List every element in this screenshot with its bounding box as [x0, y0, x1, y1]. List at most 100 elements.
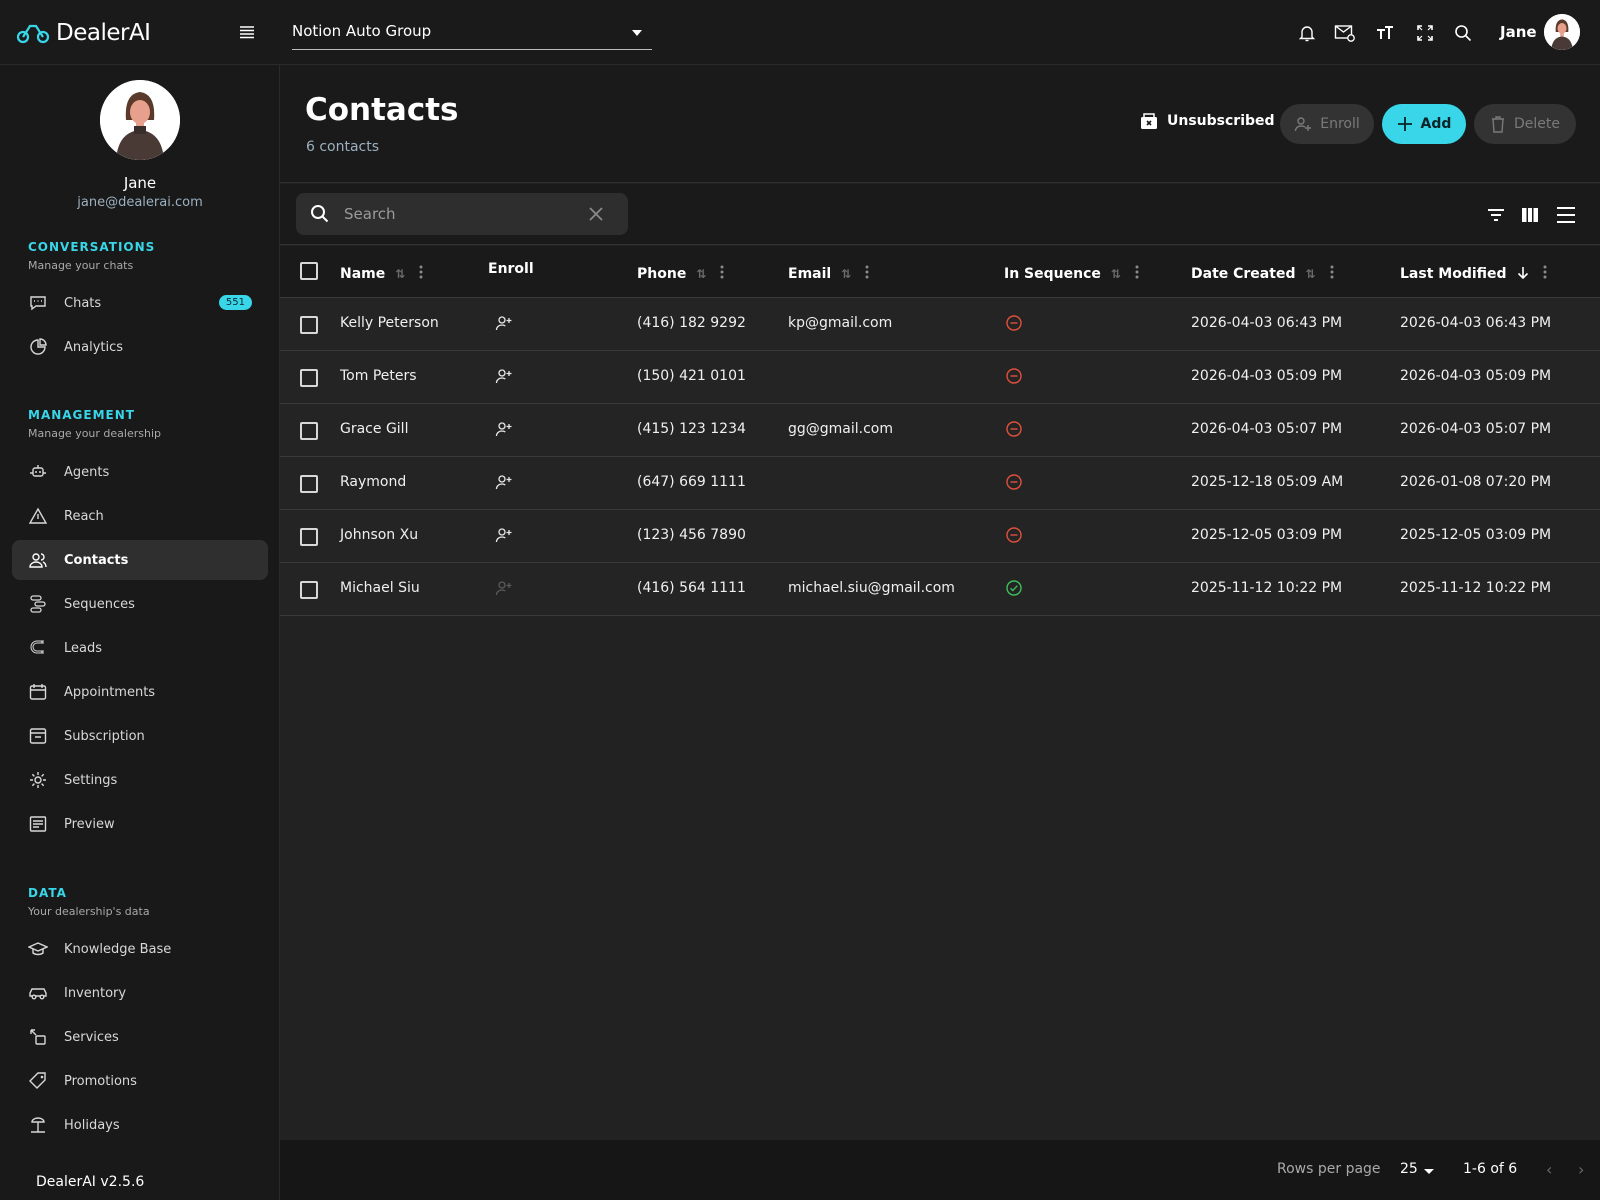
sidebar-item-contacts[interactable]: Contacts — [12, 540, 268, 580]
column-header-phone[interactable]: Phone ⇅ — [637, 264, 724, 284]
kebab-icon[interactable] — [1135, 264, 1139, 284]
columns-icon[interactable] — [1519, 204, 1541, 226]
rows-per-page-select[interactable]: 25 — [1400, 1161, 1418, 1177]
select-all-checkbox[interactable] — [300, 262, 318, 280]
sidebar-item-promotions[interactable]: Promotions — [12, 1061, 268, 1101]
sidebar-item-leads[interactable]: Leads — [12, 628, 268, 668]
sidebar-item-settings[interactable]: Settings — [12, 760, 268, 800]
sidebar-item-label: Holidays — [64, 1117, 120, 1133]
sidebar-item-holidays[interactable]: Holidays — [12, 1105, 268, 1145]
row-checkbox[interactable] — [300, 528, 318, 546]
column-header-email[interactable]: Email ⇅ — [788, 264, 869, 284]
sidebar-item-sequences[interactable]: Sequences — [12, 584, 268, 624]
last-modified: 2026-04-03 05:07 PM — [1400, 421, 1552, 437]
column-header-in-sequence[interactable]: In Sequence ⇅ — [1004, 264, 1139, 284]
next-page-icon[interactable]: › — [1578, 1160, 1584, 1179]
enroll-user-icon[interactable] — [494, 366, 514, 390]
kebab-icon[interactable] — [1330, 264, 1334, 284]
sort-icon[interactable]: ⇅ — [1305, 267, 1315, 281]
contact-email: michael.siu@gmail.com — [788, 580, 955, 596]
topbar-user-name[interactable]: Jane — [1500, 23, 1537, 41]
unsubscribed-icon — [1141, 113, 1157, 129]
leads-icon — [28, 638, 48, 658]
column-header-enroll: Enroll — [488, 261, 534, 277]
sidebar-item-agents[interactable]: Agents — [12, 452, 268, 492]
contact-name[interactable]: Grace Gill — [340, 421, 408, 437]
row-checkbox[interactable] — [300, 316, 318, 334]
kebab-icon[interactable] — [720, 264, 724, 284]
sort-icon[interactable]: ⇅ — [1111, 267, 1121, 281]
in-sequence-check-icon — [1005, 579, 1023, 601]
delete-label: Delete — [1514, 116, 1560, 132]
add-button[interactable]: Add — [1382, 104, 1466, 144]
avatar[interactable] — [100, 80, 180, 160]
avatar[interactable] — [1544, 14, 1580, 50]
sidebar-item-preview[interactable]: Preview — [12, 804, 268, 844]
kebab-icon[interactable] — [1543, 264, 1547, 284]
column-header-name[interactable]: Name ⇅ — [340, 264, 423, 284]
notifications-icon[interactable] — [1296, 22, 1318, 44]
enroll-label: Enroll — [1320, 116, 1360, 132]
row-checkbox[interactable] — [300, 581, 318, 599]
sidebar-item-appointments[interactable]: Appointments — [12, 672, 268, 712]
sidebar-item-chats[interactable]: Chats 551 — [12, 283, 268, 323]
sidebar-item-label: Contacts — [64, 552, 129, 568]
sidebar-item-services[interactable]: Services — [12, 1017, 268, 1057]
brand-logo[interactable]: DealerAI — [16, 17, 151, 49]
dealership-select-value: Notion Auto Group — [292, 22, 432, 40]
contacts-icon — [28, 550, 48, 570]
date-created: 2025-12-18 05:09 AM — [1191, 474, 1344, 490]
section-subtitle-data: Your dealership's data — [28, 905, 150, 918]
close-icon[interactable] — [586, 204, 606, 224]
fullscreen-icon[interactable] — [1414, 22, 1436, 44]
contact-phone: (415) 123 1234 — [637, 421, 746, 437]
sidebar-item-label: Reach — [64, 508, 104, 524]
kebab-icon[interactable] — [419, 264, 423, 284]
column-header-label: In Sequence — [1004, 266, 1101, 282]
sort-desc-icon[interactable] — [1517, 266, 1529, 283]
filter-icon[interactable] — [1485, 204, 1507, 226]
sidebar-item-analytics[interactable]: Analytics — [12, 327, 268, 367]
last-modified: 2025-12-05 03:09 PM — [1400, 527, 1552, 543]
density-icon[interactable] — [1555, 204, 1577, 226]
contact-name[interactable]: Raymond — [340, 474, 406, 490]
column-header-date-created[interactable]: Date Created ⇅ — [1191, 264, 1334, 284]
search-icon[interactable] — [1452, 22, 1474, 44]
contact-phone: (416) 182 9292 — [637, 315, 746, 331]
text-size-icon[interactable] — [1374, 22, 1396, 44]
column-header-last-modified[interactable]: Last Modified — [1400, 264, 1547, 284]
sort-icon[interactable]: ⇅ — [841, 267, 851, 281]
enroll-user-icon[interactable] — [494, 525, 514, 549]
sort-icon[interactable]: ⇅ — [696, 267, 706, 281]
sidebar-item-label: Agents — [64, 464, 110, 480]
row-checkbox[interactable] — [300, 475, 318, 493]
prev-page-icon[interactable]: ‹ — [1546, 1160, 1552, 1179]
section-subtitle-conversations: Manage your chats — [28, 259, 134, 272]
enroll-user-icon[interactable] — [494, 419, 514, 443]
chevron-down-icon[interactable] — [1424, 1169, 1434, 1174]
contact-name[interactable]: Johnson Xu — [340, 527, 418, 543]
kebab-icon[interactable] — [865, 264, 869, 284]
sidebar-item-subscription[interactable]: Subscription — [12, 716, 268, 756]
row-checkbox[interactable] — [300, 369, 318, 387]
enroll-user-icon[interactable] — [494, 313, 514, 337]
sidebar-item-inventory[interactable]: Inventory — [12, 973, 268, 1013]
enroll-button[interactable]: Enroll — [1280, 104, 1374, 144]
sidebar-item-reach[interactable]: Reach — [12, 496, 268, 536]
search-input[interactable] — [344, 203, 574, 225]
pagination-range: 1-6 of 6 — [1463, 1161, 1518, 1177]
contact-name[interactable]: Tom Peters — [340, 368, 417, 384]
mail-settings-icon[interactable] — [1334, 22, 1356, 44]
contact-name[interactable]: Michael Siu — [340, 580, 420, 596]
column-header-label: Date Created — [1191, 266, 1296, 282]
menu-icon[interactable] — [237, 22, 257, 42]
dealership-select[interactable]: Notion Auto Group — [292, 18, 652, 50]
sort-icon[interactable]: ⇅ — [395, 267, 405, 281]
row-checkbox[interactable] — [300, 422, 318, 440]
enroll-user-icon[interactable] — [494, 472, 514, 496]
unsubscribed-button[interactable]: Unsubscribed — [1140, 112, 1275, 130]
sidebar-item-knowledge-base[interactable]: Knowledge Base — [12, 929, 268, 969]
search-box[interactable] — [296, 193, 628, 235]
contact-name[interactable]: Kelly Peterson — [340, 315, 439, 331]
delete-button[interactable]: Delete — [1474, 104, 1576, 144]
